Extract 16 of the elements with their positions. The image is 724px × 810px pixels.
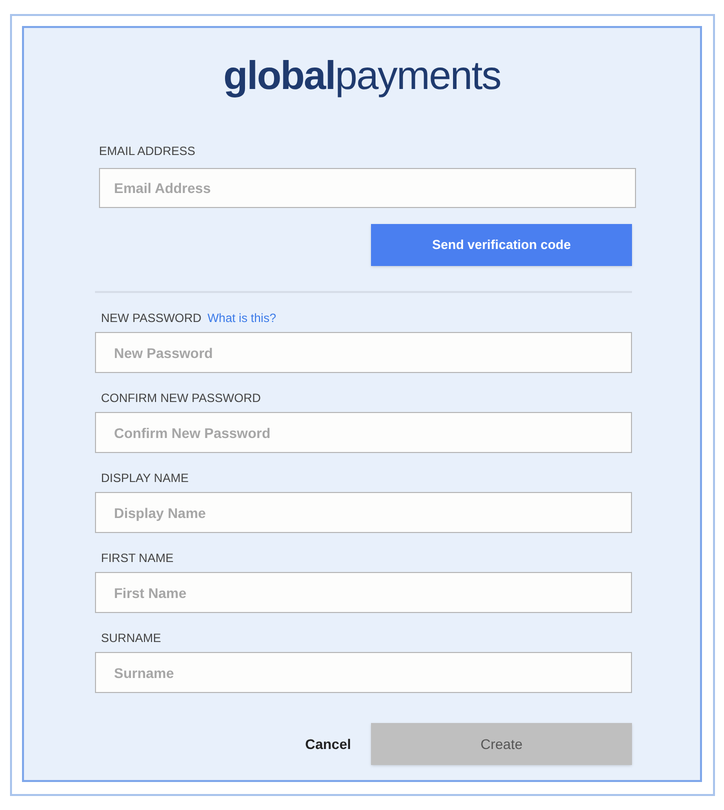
- send-verification-button[interactable]: Send verification code: [371, 224, 632, 266]
- field-label: DISPLAY NAME: [101, 471, 189, 485]
- input-field[interactable]: Surname: [95, 652, 632, 693]
- logo: globalpayments: [223, 53, 501, 100]
- field-label: FIRST NAME: [101, 551, 174, 565]
- field-label: CONFIRM NEW PASSWORD: [101, 391, 261, 405]
- field-label: EMAIL ADDRESS: [99, 144, 196, 158]
- input-field[interactable]: Confirm New Password: [95, 412, 632, 453]
- input-field[interactable]: Display Name: [95, 492, 632, 533]
- input-field[interactable]: First Name: [95, 572, 632, 613]
- field-label: NEW PASSWORD: [101, 311, 202, 325]
- input-field[interactable]: New Password: [95, 332, 632, 373]
- input-field[interactable]: Email Address: [99, 168, 636, 208]
- field-label: SURNAME: [101, 631, 162, 645]
- help-link[interactable]: What is this?: [207, 311, 276, 325]
- cancel-button[interactable]: Cancel: [305, 734, 351, 754]
